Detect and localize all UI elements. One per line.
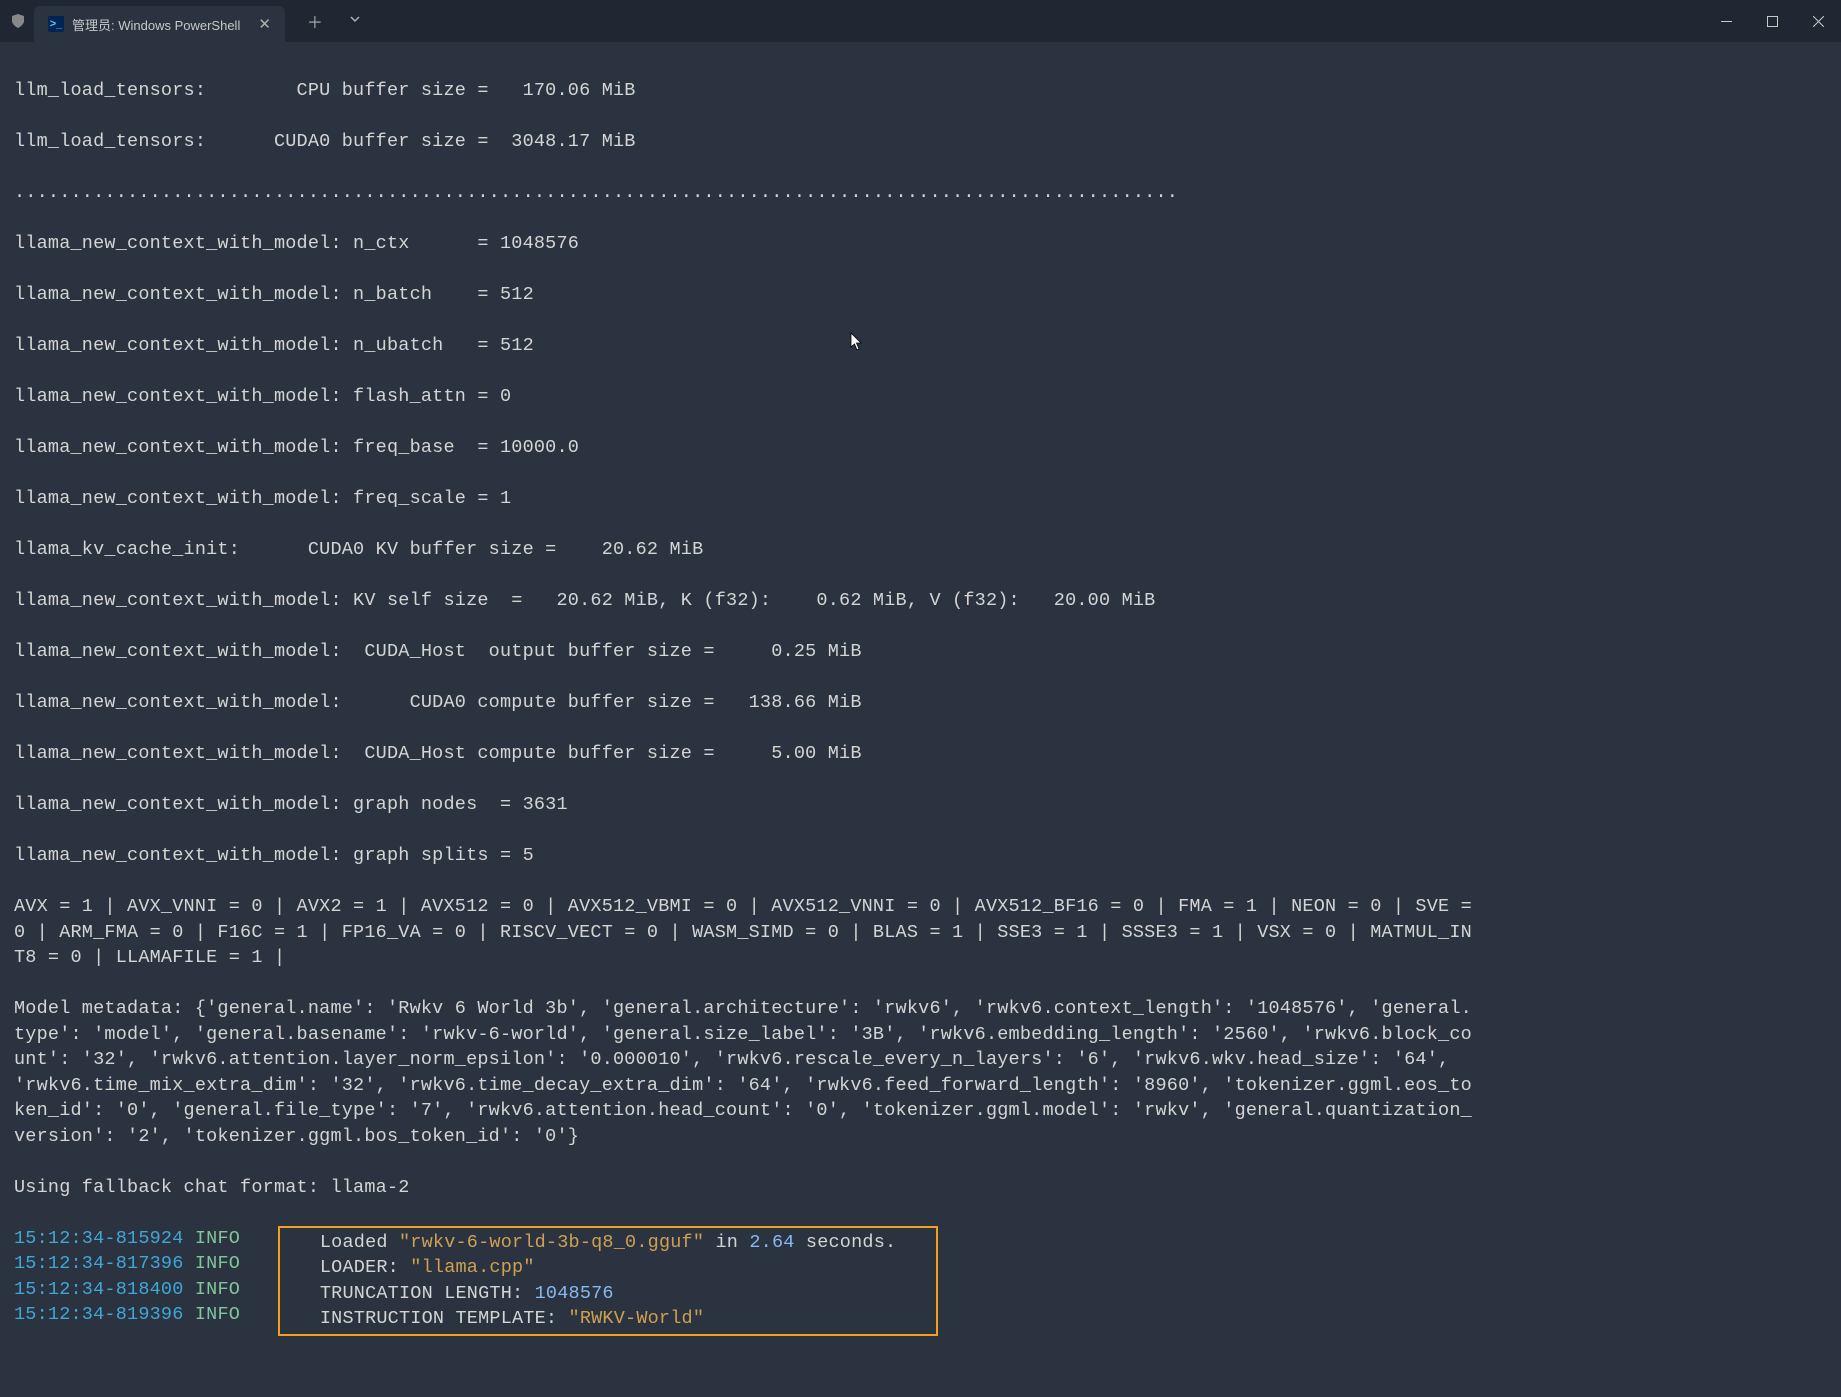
log-text: Loaded <box>286 1232 399 1253</box>
window-controls <box>1703 0 1841 42</box>
log-block: 15:12:34-815924 INFO 15:12:34-817396 INF… <box>14 1226 1827 1336</box>
log-highlight-box: Loaded "rwkv-6-world-3b-q8_0.gguf" in 2.… <box>278 1226 938 1336</box>
terminal-tab[interactable]: >_ 管理员: Windows PowerShell ✕ <box>34 6 285 42</box>
log-level: INFO <box>195 1228 240 1249</box>
output-line: llama_new_context_with_model: KV self si… <box>14 588 1827 614</box>
log-timestamp: 15:12:34-818400 <box>14 1279 184 1300</box>
log-timestamp: 15:12:34-819396 <box>14 1304 184 1325</box>
new-tab-button[interactable]: ＋ <box>299 5 331 37</box>
terminal-output[interactable]: llm_load_tensors: CPU buffer size = 170.… <box>0 42 1841 1397</box>
tab-actions: ＋ <box>299 5 369 37</box>
log-string: "rwkv-6-world-3b-q8_0.gguf" <box>399 1232 704 1253</box>
log-number: 1048576 <box>535 1283 614 1304</box>
output-line: llama_new_context_with_model: flash_attn… <box>14 384 1827 410</box>
maximize-button[interactable] <box>1749 0 1795 42</box>
close-button[interactable] <box>1795 0 1841 42</box>
output-line: llm_load_tensors: CPU buffer size = 170.… <box>14 78 1827 104</box>
tab-dropdown-button[interactable] <box>341 8 369 34</box>
output-line: Model metadata: {'general.name': 'Rwkv 6… <box>14 996 1474 1149</box>
output-line: AVX = 1 | AVX_VNNI = 0 | AVX2 = 1 | AVX5… <box>14 894 1474 971</box>
output-line: Using fallback chat format: llama-2 <box>14 1175 1827 1201</box>
log-meta-col: 15:12:34-815924 INFO 15:12:34-817396 INF… <box>14 1226 274 1328</box>
shield-icon <box>10 13 26 29</box>
output-line: llama_kv_cache_init: CUDA0 KV buffer siz… <box>14 537 1827 563</box>
log-text: TRUNCATION LENGTH: <box>286 1283 535 1304</box>
log-level: INFO <box>195 1304 240 1325</box>
output-line: llama_new_context_with_model: freq_scale… <box>14 486 1827 512</box>
window-titlebar: >_ 管理员: Windows PowerShell ✕ ＋ <box>0 0 1841 42</box>
log-text: LOADER: <box>286 1257 410 1278</box>
powershell-icon: >_ <box>48 16 64 32</box>
output-line: llama_new_context_with_model: graph node… <box>14 792 1827 818</box>
log-text: in <box>704 1232 749 1253</box>
output-line: llama_new_context_with_model: CUDA0 comp… <box>14 690 1827 716</box>
log-text: INSTRUCTION TEMPLATE: <box>286 1308 569 1329</box>
log-number: 2.64 <box>749 1232 794 1253</box>
output-line: llama_new_context_with_model: n_ctx = 10… <box>14 231 1827 257</box>
output-line: ........................................… <box>14 180 1827 206</box>
log-string: "llama.cpp" <box>410 1257 534 1278</box>
output-line: llama_new_context_with_model: CUDA_Host … <box>14 741 1827 767</box>
log-text: seconds. <box>795 1232 931 1253</box>
output-line: llama_new_context_with_model: n_ubatch =… <box>14 333 1827 359</box>
log-level: INFO <box>195 1279 240 1300</box>
output-line: llama_new_context_with_model: freq_base … <box>14 435 1827 461</box>
log-level: INFO <box>195 1253 240 1274</box>
log-timestamp: 15:12:34-817396 <box>14 1253 184 1274</box>
output-line: llama_new_context_with_model: CUDA_Host … <box>14 639 1827 665</box>
tab-title: 管理员: Windows PowerShell <box>72 15 240 34</box>
output-line: llm_load_tensors: CUDA0 buffer size = 30… <box>14 129 1827 155</box>
minimize-button[interactable] <box>1703 0 1749 42</box>
log-string: "RWKV-World" <box>569 1308 705 1329</box>
log-timestamp: 15:12:34-815924 <box>14 1228 184 1249</box>
output-line: llama_new_context_with_model: graph spli… <box>14 843 1827 869</box>
tab-close-button[interactable]: ✕ <box>258 15 271 33</box>
output-line: llama_new_context_with_model: n_batch = … <box>14 282 1827 308</box>
